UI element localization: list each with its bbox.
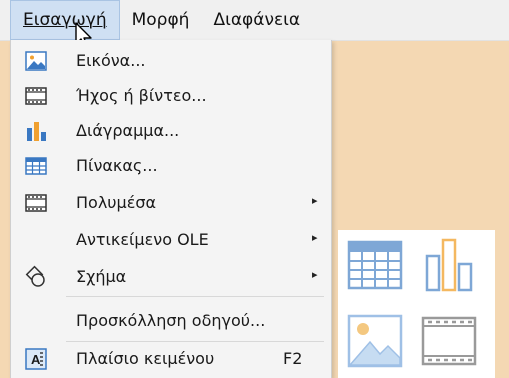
svg-text:A: A — [31, 352, 41, 367]
menu-item-picture-label: Εικόνα... — [76, 51, 146, 70]
text-box-icon: A — [25, 348, 47, 370]
menu-item-shape-label: Σχήμα — [76, 267, 127, 286]
menu-item-table[interactable]: Πίνακας... — [11, 151, 331, 181]
menu-item-shape[interactable]: Σχήμα ▸ — [11, 262, 331, 292]
menu-item-table-label: Πίνακας... — [76, 156, 158, 175]
picture-icon — [25, 51, 47, 71]
menu-item-picture[interactable]: Εικόνα... — [11, 46, 331, 76]
picture-icon — [347, 314, 403, 368]
submenu-arrow-icon: ▸ — [312, 194, 318, 207]
menu-item-text-box-shortcut: F2 — [283, 349, 303, 368]
film-icon — [25, 87, 47, 105]
menubar-format[interactable]: Μορφή — [120, 0, 202, 40]
bar-chart-icon — [27, 122, 46, 141]
film-icon — [421, 316, 477, 366]
table-icon — [25, 157, 47, 175]
menu-item-audio-video-label: Ήχος ή βίντεο... — [76, 86, 207, 105]
submenu-arrow-icon: ▸ — [312, 231, 318, 244]
menu-item-ole-object[interactable]: Αντικείμενο OLE ▸ — [11, 225, 331, 255]
menu-item-chart-label: Διάγραμμα... — [76, 121, 180, 140]
menubar-format-label: Μορφή — [131, 10, 190, 30]
menu-separator — [66, 341, 324, 342]
film-icon — [25, 194, 47, 212]
menu-item-text-box[interactable]: A Πλαίσιο κειμένου F2 — [11, 344, 331, 374]
shapes-icon — [25, 265, 45, 287]
large-icons-panel — [338, 230, 495, 378]
menubar-insert[interactable]: Εισαγωγή — [10, 0, 120, 40]
menu-item-multimedia-label: Πολυμέσα — [76, 193, 157, 212]
insert-menu: Εικόνα... Ήχος ή βίντεο... Διάγραμμα... … — [10, 40, 332, 378]
menubar-slide[interactable]: Διαφάνεια — [201, 0, 312, 40]
table-icon — [347, 240, 403, 290]
bar-chart-icon — [425, 238, 473, 292]
menu-item-chart[interactable]: Διάγραμμα... — [11, 116, 331, 146]
menu-item-ole-object-label: Αντικείμενο OLE — [76, 230, 209, 249]
menu-item-audio-video[interactable]: Ήχος ή βίντεο... — [11, 81, 331, 111]
submenu-arrow-icon: ▸ — [312, 268, 318, 281]
menu-item-text-box-label: Πλαίσιο κειμένου — [76, 349, 215, 368]
menu-item-snap-guide[interactable]: Προσκόλληση οδηγού... — [11, 306, 331, 336]
menu-item-snap-guide-label: Προσκόλληση οδηγού... — [76, 311, 266, 330]
menu-item-multimedia[interactable]: Πολυμέσα ▸ — [11, 188, 331, 218]
menubar-slide-label: Διαφάνεια — [213, 10, 301, 30]
menu-separator — [66, 296, 324, 297]
